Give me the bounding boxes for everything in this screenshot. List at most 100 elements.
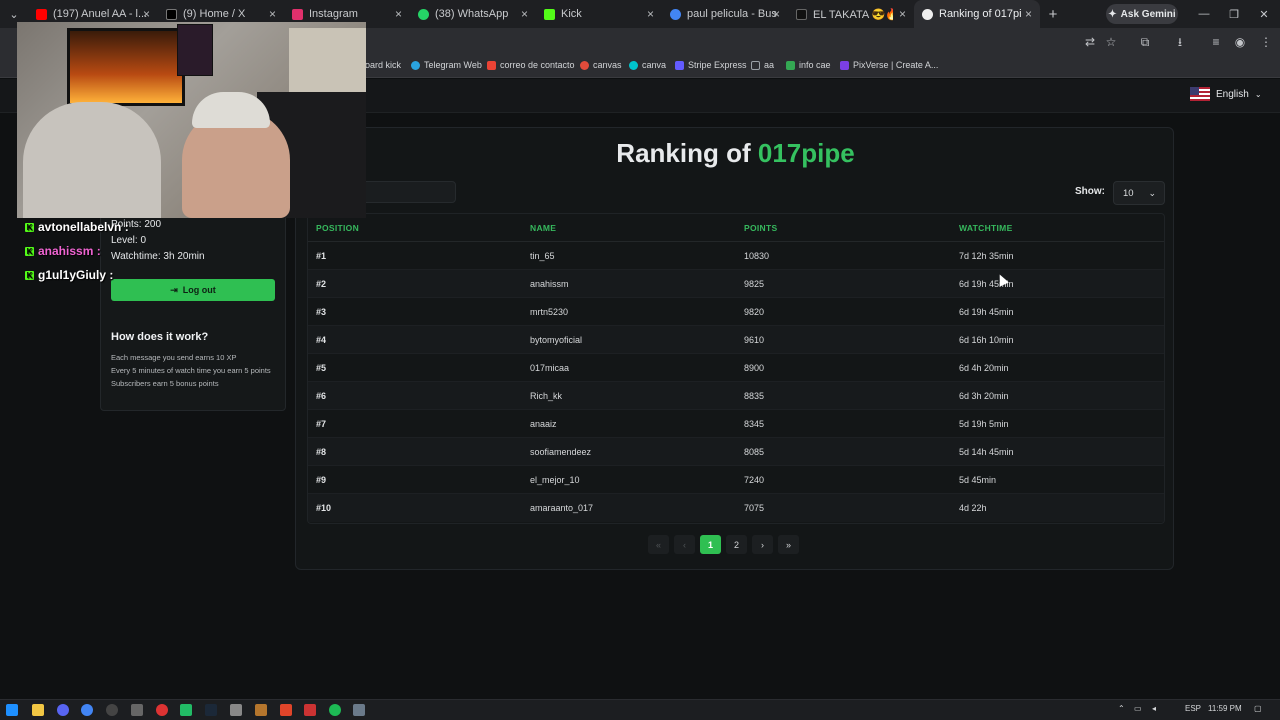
tab-ranking[interactable]: Ranking of 017pipe | B × <box>914 0 1040 28</box>
close-icon[interactable]: × <box>899 7 906 21</box>
app-icon[interactable] <box>255 704 267 716</box>
webcam-overlay <box>17 22 366 218</box>
last-page-button[interactable]: » <box>778 535 799 554</box>
table-row[interactable]: #10 amaraanto_017 7075 4d 22h <box>308 494 1164 522</box>
start-icon[interactable] <box>6 704 18 716</box>
bookmark-item[interactable]: canvas <box>580 60 622 70</box>
show-select[interactable]: 10 ⌄ <box>1113 181 1165 205</box>
table-row[interactable]: #3 mrtn5230 9820 6d 19h 45min <box>308 298 1164 326</box>
chrome-icon[interactable] <box>81 704 93 716</box>
close-icon[interactable]: × <box>1025 7 1032 21</box>
page-1-button[interactable]: 1 <box>700 535 721 554</box>
new-tab-icon[interactable]: + <box>1040 6 1066 23</box>
tab-label: (9) Home / X <box>183 8 246 20</box>
column-header-watchtime[interactable]: WATCHTIME <box>959 223 1013 233</box>
ask-gemini-button[interactable]: ✦ Ask Gemini <box>1106 4 1178 24</box>
translate-icon[interactable]: ⇄ <box>1082 34 1098 50</box>
close-icon[interactable]: × <box>269 7 276 21</box>
logout-button[interactable]: ⇥ Log out <box>111 279 275 301</box>
bookmark-item[interactable]: Telegram Web <box>411 60 482 70</box>
app-icon[interactable] <box>131 704 143 716</box>
bookmark-item[interactable]: Stripe Express <box>675 60 747 70</box>
language-indicator[interactable]: ESP <box>1185 704 1201 713</box>
bookmark-folder[interactable]: aa <box>751 60 774 70</box>
first-page-button[interactable]: « <box>648 535 669 554</box>
kick-icon <box>544 8 555 20</box>
table-row[interactable]: #2 anahissm 9825 6d 19h 45min <box>308 270 1164 298</box>
close-icon[interactable]: × <box>143 7 150 21</box>
app-icon[interactable] <box>106 704 118 716</box>
column-header-position[interactable]: POSITION <box>316 223 359 233</box>
profile-icon[interactable]: ◉ <box>1232 34 1248 50</box>
table-row[interactable]: #5 017micaa 8900 6d 4h 20min <box>308 354 1164 382</box>
bookmark-item[interactable]: oard kick <box>365 60 401 70</box>
row-watchtime: 6d 19h 45min <box>959 307 1014 317</box>
steam-icon[interactable] <box>205 704 217 716</box>
prev-page-button[interactable]: ‹ <box>674 535 695 554</box>
media-icon[interactable]: ≡ <box>1208 34 1224 50</box>
tiktok-icon <box>796 8 807 20</box>
spotify-icon[interactable] <box>329 704 341 716</box>
search-input[interactable] <box>356 181 456 203</box>
menu-icon[interactable]: ⋮ <box>1258 34 1274 50</box>
restore-icon[interactable]: ❐ <box>1218 0 1250 28</box>
bookmark-item[interactable]: correo de contacto <box>487 60 575 70</box>
bookmark-label: correo de contacto <box>500 60 575 70</box>
tab-kick[interactable]: Kick × <box>536 0 662 28</box>
show-label: Show: <box>1075 186 1105 197</box>
language-selector[interactable]: English ⌄ <box>1190 87 1262 101</box>
app-icon[interactable] <box>353 704 365 716</box>
column-header-name[interactable]: NAME <box>530 223 556 233</box>
tab-google-search[interactable]: paul pelicula - Buscar c × <box>662 0 788 28</box>
column-header-points[interactable]: POINTS <box>744 223 777 233</box>
notification-icon[interactable]: ▢ <box>1254 704 1262 713</box>
table-row[interactable]: #6 Rich_kk 8835 6d 3h 20min <box>308 382 1164 410</box>
next-page-button[interactable]: › <box>752 535 773 554</box>
row-points: 8345 <box>744 419 765 429</box>
row-watchtime: 6d 3h 20min <box>959 391 1009 401</box>
table-row[interactable]: #4 bytomyoficial 9610 6d 16h 10min <box>308 326 1164 354</box>
page-2-button[interactable]: 2 <box>726 535 747 554</box>
table-row[interactable]: #8 soofiamendeez 8085 5d 14h 45min <box>308 438 1164 466</box>
bookmark-item[interactable]: info cae <box>786 60 831 70</box>
canvas-icon <box>580 60 589 70</box>
extensions-icon[interactable]: ⧉ <box>1137 34 1153 50</box>
network-icon[interactable]: ▭ <box>1134 704 1142 713</box>
close-icon[interactable]: × <box>647 7 654 21</box>
app-icon[interactable] <box>280 704 292 716</box>
discord-icon[interactable] <box>57 704 69 716</box>
download-icon[interactable]: ⭳ <box>1172 34 1188 50</box>
close-icon[interactable]: × <box>773 7 780 21</box>
chat-username: anahissm : <box>38 244 101 258</box>
row-watchtime: 6d 16h 10min <box>959 335 1014 345</box>
clock[interactable]: 11:59 PM <box>1208 704 1242 713</box>
app-icon[interactable] <box>156 704 168 716</box>
chat-username: g1ul1yGiuly : <box>38 268 114 282</box>
close-icon[interactable]: × <box>521 7 528 21</box>
bookmark-star-icon[interactable]: ☆ <box>1103 34 1119 50</box>
table-row[interactable]: #9 el_mejor_10 7240 5d 45min <box>308 466 1164 494</box>
ask-gemini-label: Ask Gemini <box>1120 8 1176 20</box>
table-row[interactable]: #7 anaaiz 8345 5d 19h 5min <box>308 410 1164 438</box>
app-icon[interactable] <box>180 704 192 716</box>
row-points: 9610 <box>744 335 765 345</box>
tray-chevron-icon[interactable]: ⌃ <box>1118 704 1125 713</box>
tab-whatsapp[interactable]: (38) WhatsApp × <box>410 0 536 28</box>
volume-icon[interactable]: ◂ <box>1152 704 1156 713</box>
kick-badge-icon: K <box>25 270 34 280</box>
bookmark-item[interactable]: PixVerse | Create A... <box>840 60 938 70</box>
logout-label: Log out <box>182 285 216 295</box>
chevron-down-icon: ⌄ <box>1254 89 1262 99</box>
file-explorer-icon[interactable] <box>32 704 44 716</box>
table-row[interactable]: #1 tin_65 10830 7d 12h 35min <box>308 242 1164 270</box>
window-close-icon[interactable]: ✕ <box>1248 0 1280 28</box>
ranking-title-prefix: Ranking of <box>616 138 751 168</box>
row-name: Rich_kk <box>530 391 563 401</box>
tab-label: Kick <box>561 8 582 20</box>
minimize-icon[interactable]: — <box>1188 0 1220 28</box>
tab-tiktok[interactable]: EL TAKATA 😎🔥Y SUS × <box>788 0 914 28</box>
app-icon[interactable] <box>304 704 316 716</box>
app-icon[interactable] <box>230 704 242 716</box>
close-icon[interactable]: × <box>395 7 402 21</box>
bookmark-item[interactable]: canva <box>629 60 666 70</box>
